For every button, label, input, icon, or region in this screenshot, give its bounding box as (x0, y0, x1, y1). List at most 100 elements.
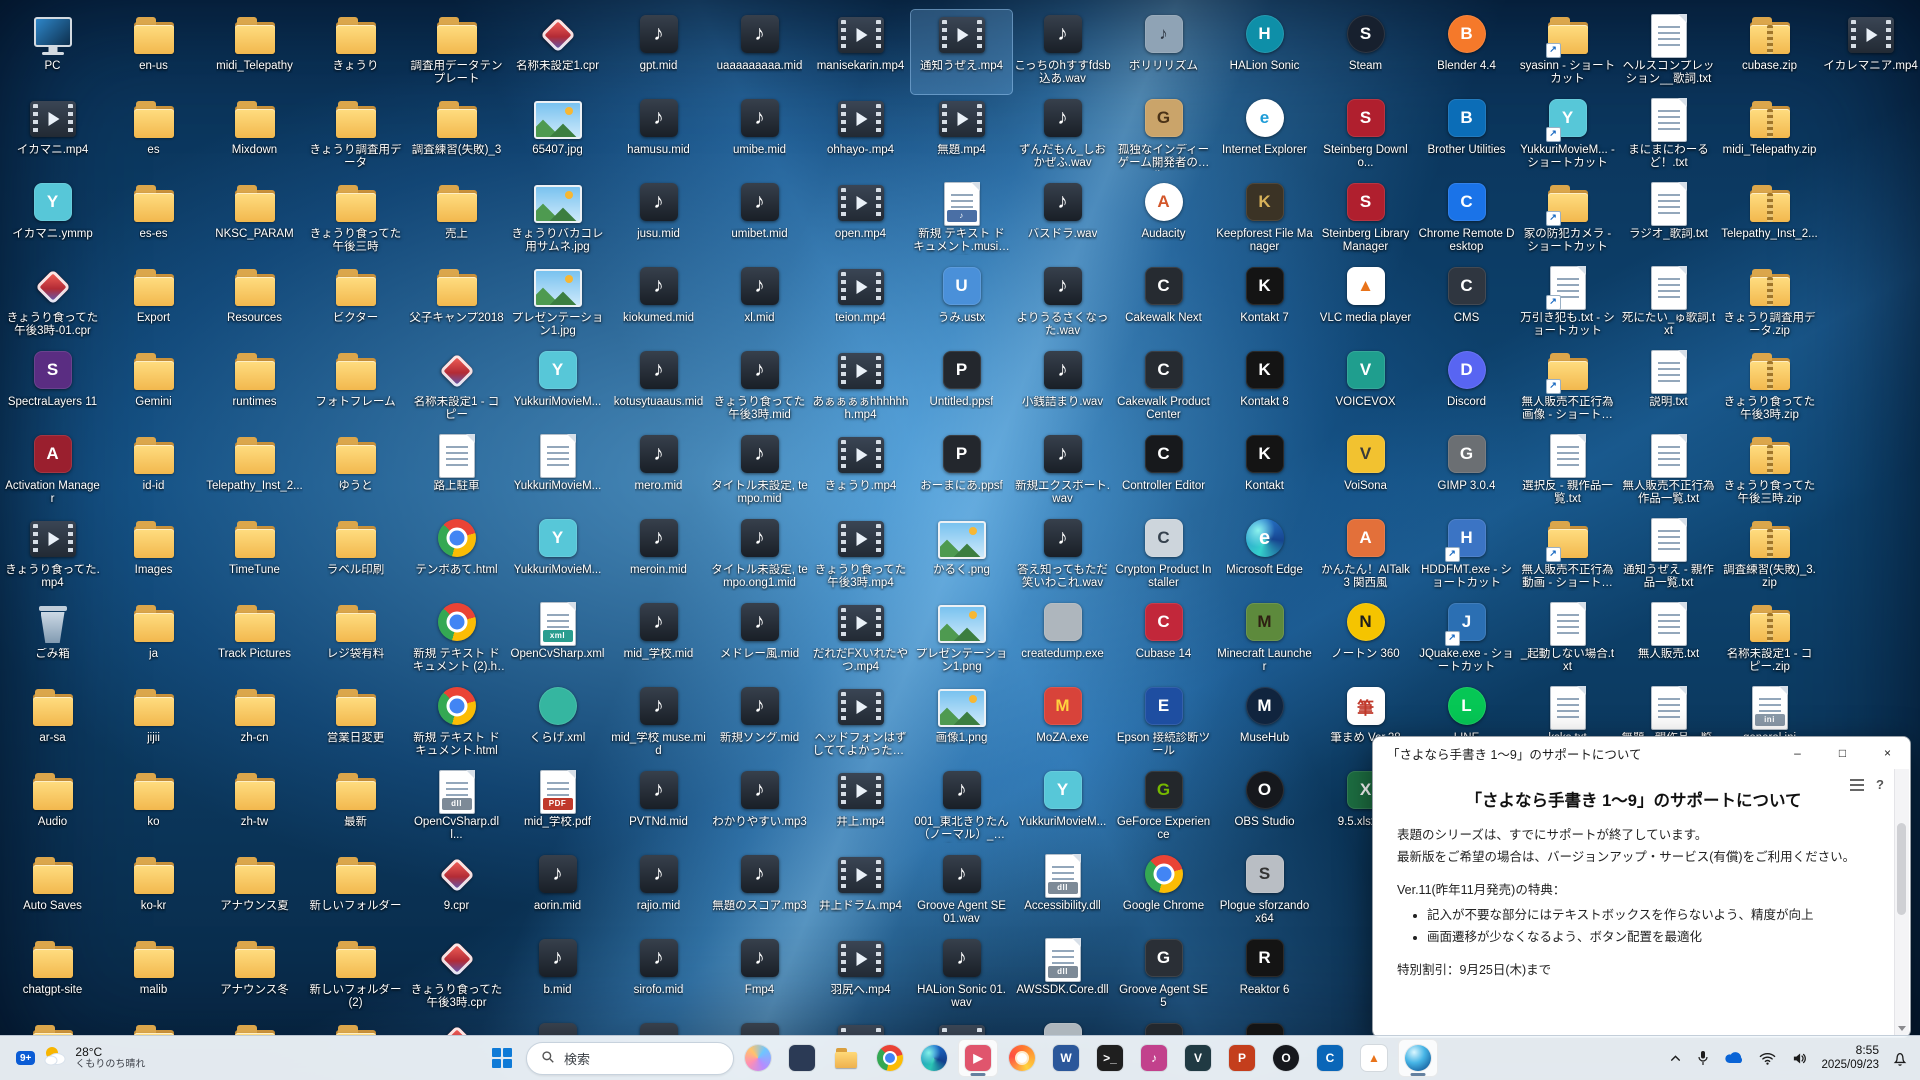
desktop-icon[interactable]: アナウンス冬 (204, 934, 305, 1018)
desktop-icon[interactable]: ♪uaaaaaaaaa.mid (709, 10, 810, 94)
desktop-icon[interactable]: くらげ.xml (507, 682, 608, 766)
desktop-icon[interactable]: 無人販売不正行為作品一覧.txt (1618, 430, 1719, 514)
desktop-icon[interactable]: dllAWSSDK.Core.dll (1012, 934, 1113, 1018)
desktop-icon[interactable]: アナウンス夏 (204, 850, 305, 934)
desktop-icon[interactable]: ♪こっちのhすすfdsb込あ.wav (1012, 10, 1113, 94)
dialog-titlebar[interactable]: 「さよなら手書き 1〜9」のサポートについて – □ × (1373, 737, 1910, 769)
notification-bell-icon[interactable] (1890, 1048, 1910, 1069)
desktop-icon[interactable]: GGIMP 3.0.4 (1416, 430, 1517, 514)
edge-icon[interactable] (914, 1039, 954, 1077)
desktop-icon[interactable]: ko (103, 766, 204, 850)
scrollbar-thumb[interactable] (1897, 823, 1906, 915)
desktop-icon[interactable]: ♪Fmp4 (709, 934, 810, 1018)
desktop-icon[interactable]: chatgpt-site (2, 934, 103, 1018)
music-app-icon[interactable]: ♪ (1134, 1039, 1174, 1077)
close-button[interactable]: × (1865, 737, 1910, 769)
desktop-icon[interactable]: 通知うぜえ - 親作品一覧.txt (1618, 514, 1719, 598)
desktop-icon[interactable]: ▲VLC media player (1315, 262, 1416, 346)
desktop-icon[interactable]: Gemini (103, 346, 204, 430)
desktop-icon[interactable]: ♪mid_学校 muse.mid (608, 682, 709, 766)
desktop-icon[interactable]: es-es (103, 178, 204, 262)
desktop-icon[interactable]: Auto Saves (2, 850, 103, 934)
desktop-icon[interactable]: CCMS (1416, 262, 1517, 346)
desktop-icon[interactable]: ♪ (709, 1018, 810, 1036)
desktop-icon[interactable]: かるく.png (911, 514, 1012, 598)
desktop-icon[interactable]: ♪無題のスコア.mp3 (709, 850, 810, 934)
volume-icon[interactable] (1789, 1049, 1810, 1068)
desktop-icon[interactable]: ♪HALion Sonic 01.wav (911, 934, 1012, 1018)
powerpoint-icon[interactable]: P (1222, 1039, 1262, 1077)
help-icon[interactable]: ? (1876, 777, 1884, 792)
desktop-icon[interactable]: ♪mero.mid (608, 430, 709, 514)
desktop-icon[interactable]: ♪ずんだもん_しおかぜふ.wav (1012, 94, 1113, 178)
desktop-icon[interactable]: ♪kotusytuaaus.mid (608, 346, 709, 430)
desktop-icon[interactable]: PUntitled.ppsf (911, 346, 1012, 430)
onedrive-icon[interactable] (1722, 1049, 1746, 1067)
browser-orange-icon[interactable] (1002, 1039, 1042, 1077)
desktop[interactable]: PCイカマニ.mp4Yイカマニ.ymmpきょうり食ってた午後3時-01.cprS… (0, 0, 1920, 1080)
desktop-icon[interactable]: malib (103, 934, 204, 1018)
desktop-icon[interactable]: きょうり食ってた午後3時.zip (1719, 346, 1820, 430)
desktop-icon[interactable]: ♪xl.mid (709, 262, 810, 346)
desktop-icon[interactable]: ラベル印刷 (305, 514, 406, 598)
chrome-icon[interactable] (870, 1039, 910, 1077)
desktop-icon[interactable]: 売上 (406, 178, 507, 262)
desktop-icon[interactable]: ar-sa (2, 682, 103, 766)
desktop-icon[interactable]: HHALion Sonic (1214, 10, 1315, 94)
desktop-icon[interactable]: ja (103, 598, 204, 682)
tray-chevron-up-icon[interactable] (1667, 1050, 1684, 1067)
desktop-icon[interactable]: 無題.mp4 (911, 94, 1012, 178)
desktop-icon[interactable]: 新規 テキスト ドキュメント (2).html (406, 598, 507, 682)
desktop-icon[interactable]: dllOpenCvSharp.dll... (406, 766, 507, 850)
start-button[interactable] (482, 1039, 522, 1077)
desktop-icon[interactable]: きょうり調査用データ (305, 94, 406, 178)
desktop-icon[interactable]: 画像1.png (911, 682, 1012, 766)
terminal-icon[interactable]: >_ (1090, 1039, 1130, 1077)
desktop-icon[interactable]: CCakewalk Next (1113, 262, 1214, 346)
desktop-icon[interactable]: Yイカマニ.ymmp (2, 178, 103, 262)
desktop-icon[interactable]: ♪hamusu.mid (608, 94, 709, 178)
desktop-icon[interactable]: ♪新規 テキスト ドキュメント.musicxml (911, 178, 1012, 262)
desktop-icon[interactable] (103, 1018, 204, 1036)
desktop-icon[interactable]: midi_Telepathy.zip (1719, 94, 1820, 178)
desktop-icon[interactable]: KKeepforest File Manager (1214, 178, 1315, 262)
desktop-icon[interactable] (204, 1018, 305, 1036)
vlc-icon[interactable]: ▲ (1354, 1039, 1394, 1077)
desktop-icon[interactable]: CCakewalk Product Center (1113, 346, 1214, 430)
desktop-icon[interactable]: ohhayo-.mp4 (810, 94, 911, 178)
desktop-icon[interactable]: ヘッドフォンはずしててよかったmp4 (810, 682, 911, 766)
desktop-icon[interactable]: 調査練習(失敗)_3.zip (1719, 514, 1820, 598)
desktop-icon[interactable]: KKontakt (1214, 430, 1315, 514)
desktop-icon[interactable]: 65407.jpg (507, 94, 608, 178)
desktop-icon[interactable]: CCrypton Product Installer (1113, 514, 1214, 598)
desktop-icon[interactable]: open.mp4 (810, 178, 911, 262)
desktop-icon[interactable]: ♪aorin.mid (507, 850, 608, 934)
desktop-icon[interactable]: きょうり食ってた午後三時 (305, 178, 406, 262)
desktop-icon[interactable]: ♪sirofo.mid (608, 934, 709, 1018)
desktop-icon[interactable]: en-us (103, 10, 204, 94)
desktop-icon[interactable]: 通知うぜえ.mp4 (911, 10, 1012, 94)
desktop-icon[interactable]: Nノートン 360 (1315, 598, 1416, 682)
desktop-icon[interactable]: あぁぁぁぁhhhhhhh.mp4 (810, 346, 911, 430)
desktop-icon[interactable]: zh-cn (204, 682, 305, 766)
desktop-icon[interactable]: 調査練習(失敗)_3 (406, 94, 507, 178)
desktop-icon[interactable]: Aかんたん！AITalk 3 関西風 (1315, 514, 1416, 598)
desktop-icon[interactable] (1113, 1018, 1214, 1036)
desktop-icon[interactable]: AAudacity (1113, 178, 1214, 262)
desktop-icon[interactable]: YukkuriMovieM... (507, 430, 608, 514)
desktop-icon[interactable]: ♪タイトル未設定, tempo.ong1.mid (709, 514, 810, 598)
wifi-icon[interactable] (1757, 1049, 1778, 1068)
desktop-icon[interactable]: SSteinberg Downlo... (1315, 94, 1416, 178)
word-icon[interactable]: W (1046, 1039, 1086, 1077)
desktop-icon[interactable]: ごみ箱 (2, 598, 103, 682)
desktop-icon[interactable]: MMuseHub (1214, 682, 1315, 766)
desktop-icon[interactable]: CCubase 14 (1113, 598, 1214, 682)
code-app-icon[interactable]: C (1310, 1039, 1350, 1077)
desktop-icon[interactable]: ゆうと (305, 430, 406, 514)
desktop-icon[interactable]: 新しいフォルダー (305, 850, 406, 934)
desktop-icon[interactable]: PC (2, 10, 103, 94)
desktop-icon[interactable]: ♪よりうるさくなった.wav (1012, 262, 1113, 346)
desktop-icon[interactable]: ♪新規ソング.mid (709, 682, 810, 766)
desktop-icon[interactable]: 9.cpr (406, 850, 507, 934)
desktop-icon[interactable] (2, 1018, 103, 1036)
